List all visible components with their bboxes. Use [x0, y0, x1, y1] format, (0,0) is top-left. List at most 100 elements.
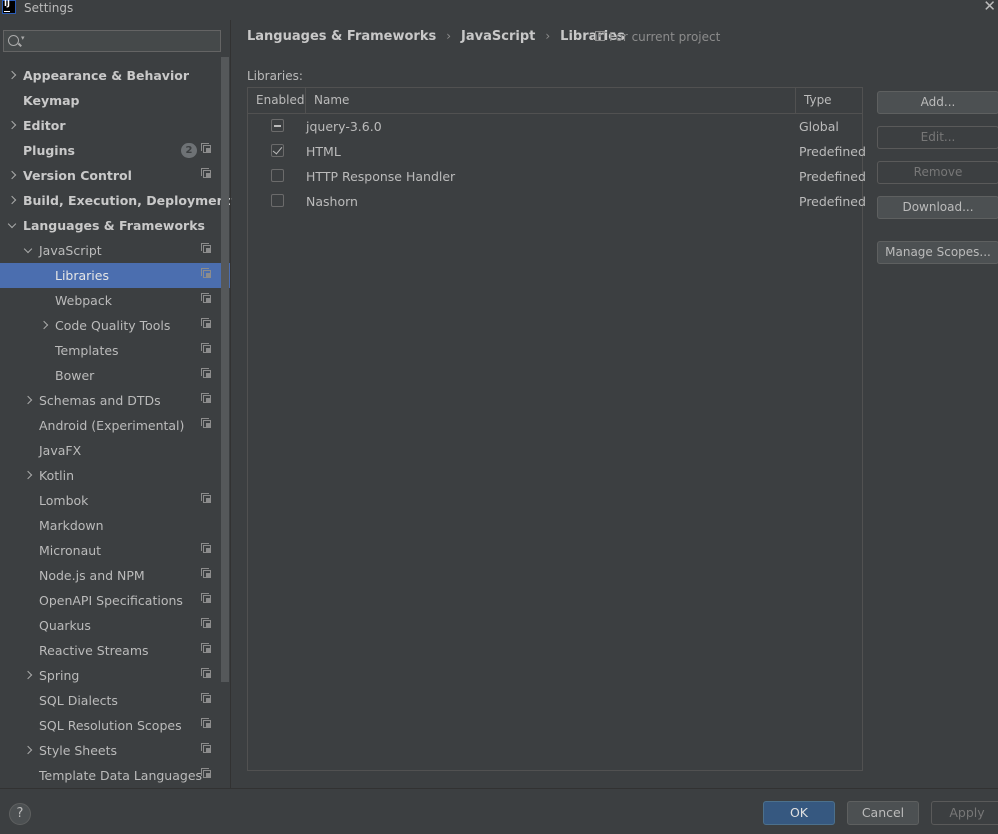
cancel-button[interactable]: Cancel	[847, 801, 919, 825]
column-header-enabled[interactable]: Enabled	[256, 88, 305, 113]
title-bar: Settings ✕	[0, 0, 998, 17]
apply-button[interactable]: Apply	[931, 801, 998, 825]
library-enabled-checkbox[interactable]	[271, 119, 284, 132]
chevron-down-icon[interactable]	[8, 213, 18, 238]
settings-search[interactable]: ▾	[3, 30, 221, 52]
table-row[interactable]: HTML Predefined	[248, 139, 866, 164]
ok-button[interactable]: OK	[763, 801, 835, 825]
sidebar-item-reactive-streams[interactable]: Reactive Streams	[0, 638, 222, 663]
sidebar-item-label: JavaFX	[39, 443, 82, 458]
project-scope-icon	[201, 643, 211, 653]
sidebar-item-kotlin[interactable]: Kotlin	[0, 463, 222, 488]
column-header-name[interactable]: Name	[314, 88, 349, 113]
chevron-right-icon[interactable]	[8, 113, 18, 138]
project-scope-icon	[201, 618, 211, 628]
settings-sidebar: ▾ Appearance & Behavior Keymap Editor Pl…	[0, 20, 231, 788]
project-scope-icon	[201, 418, 211, 428]
library-type: Predefined	[799, 144, 866, 159]
sidebar-item-code-quality-tools[interactable]: Code Quality Tools	[0, 313, 222, 338]
project-scope-icon	[201, 318, 211, 328]
sidebar-item-keymap[interactable]: Keymap	[0, 88, 222, 113]
sidebar-item-android[interactable]: Android (Experimental)	[0, 413, 222, 438]
chevron-down-icon[interactable]	[24, 238, 34, 263]
library-enabled-checkbox[interactable]	[271, 144, 284, 157]
project-scope-icon	[201, 718, 211, 728]
sidebar-item-style-sheets[interactable]: Style Sheets	[0, 738, 222, 763]
edit-button[interactable]: Edit...	[877, 126, 998, 149]
sidebar-item-plugins[interactable]: Plugins 2	[0, 138, 222, 163]
scope-note-text: For current project	[609, 30, 721, 44]
sidebar-item-bower[interactable]: Bower	[0, 363, 222, 388]
close-icon[interactable]: ✕	[983, 0, 996, 14]
project-scope-icon	[201, 243, 211, 253]
sidebar-item-javascript[interactable]: JavaScript	[0, 238, 222, 263]
sidebar-item-label: Bower	[55, 368, 95, 383]
library-enabled-checkbox[interactable]	[271, 194, 284, 207]
sidebar-item-nodejs-npm[interactable]: Node.js and NPM	[0, 563, 222, 588]
column-divider[interactable]	[795, 88, 796, 113]
project-scope-icon	[201, 743, 211, 753]
sidebar-item-label: JavaScript	[39, 243, 102, 258]
sidebar-item-libraries[interactable]: Libraries	[0, 263, 230, 288]
column-header-type[interactable]: Type	[804, 88, 832, 113]
chevron-right-icon[interactable]	[8, 163, 18, 188]
chevron-right-icon[interactable]	[24, 388, 34, 413]
sidebar-item-openapi[interactable]: OpenAPI Specifications	[0, 588, 222, 613]
sidebar-item-version-control[interactable]: Version Control	[0, 163, 222, 188]
project-scope-icon	[201, 593, 211, 603]
sidebar-scrollbar[interactable]	[221, 57, 229, 682]
remove-button[interactable]: Remove	[877, 161, 998, 184]
plugins-update-badge: 2	[181, 143, 197, 158]
chevron-right-icon: ›	[446, 29, 452, 43]
sidebar-item-languages[interactable]: Languages & Frameworks	[0, 213, 222, 238]
sidebar-item-templates[interactable]: Templates	[0, 338, 222, 363]
chevron-right-icon[interactable]	[8, 188, 18, 213]
table-row[interactable]: jquery-3.6.0 Global	[248, 114, 862, 139]
add-button[interactable]: Add...	[877, 91, 998, 114]
table-row[interactable]: HTTP Response Handler Predefined	[248, 164, 866, 189]
sidebar-item-label: Quarkus	[39, 618, 91, 633]
library-name: Nashorn	[306, 194, 358, 209]
sidebar-item-schemas-dtds[interactable]: Schemas and DTDs	[0, 388, 222, 413]
sidebar-item-label: Keymap	[23, 93, 80, 108]
chevron-right-icon[interactable]	[40, 313, 50, 338]
sidebar-item-markdown[interactable]: Markdown	[0, 513, 222, 538]
sidebar-item-sql-resolution-scopes[interactable]: SQL Resolution Scopes	[0, 713, 222, 738]
breadcrumb-item: Languages & Frameworks	[247, 29, 437, 44]
sidebar-item-editor[interactable]: Editor	[0, 113, 222, 138]
sidebar-item-spring[interactable]: Spring	[0, 663, 222, 688]
sidebar-item-appearance[interactable]: Appearance & Behavior	[0, 63, 222, 88]
sidebar-item-label: Version Control	[23, 168, 132, 183]
sidebar-item-label: Editor	[23, 118, 66, 133]
project-scope-icon	[201, 143, 211, 153]
chevron-right-icon[interactable]	[24, 738, 34, 763]
sidebar-item-label: Plugins	[23, 143, 75, 158]
settings-content: Languages & Frameworks › JavaScript › Librar…	[231, 20, 998, 788]
sidebar-item-label: Schemas and DTDs	[39, 393, 161, 408]
sidebar-item-label: Code Quality Tools	[55, 318, 171, 333]
manage-scopes-button[interactable]: Manage Scopes...	[877, 241, 998, 264]
sidebar-item-quarkus[interactable]: Quarkus	[0, 613, 222, 638]
chevron-right-icon[interactable]	[8, 63, 18, 88]
sidebar-item-micronaut[interactable]: Micronaut	[0, 538, 222, 563]
sidebar-item-label: Webpack	[55, 293, 112, 308]
search-input[interactable]	[30, 32, 215, 50]
chevron-right-icon[interactable]	[24, 663, 34, 688]
sidebar-item-lombok[interactable]: Lombok	[0, 488, 222, 513]
sidebar-item-javafx[interactable]: JavaFX	[0, 438, 222, 463]
help-button[interactable]: ?	[9, 803, 31, 825]
download-button[interactable]: Download...	[877, 196, 998, 219]
sidebar-item-template-data-languages[interactable]: Template Data Languages	[0, 763, 222, 788]
sidebar-item-build[interactable]: Build, Execution, Deployment	[0, 188, 231, 213]
chevron-right-icon[interactable]	[24, 463, 34, 488]
column-divider[interactable]	[305, 88, 306, 113]
sidebar-item-webpack[interactable]: Webpack	[0, 288, 222, 313]
library-enabled-checkbox[interactable]	[271, 169, 284, 182]
search-history-chevron-icon[interactable]: ▾	[21, 34, 25, 42]
table-row[interactable]: Nashorn Predefined	[248, 189, 866, 214]
window-title: Settings	[24, 1, 74, 15]
sidebar-item-label: Appearance & Behavior	[23, 68, 189, 83]
libraries-table: Enabled Name Type jquery-3.6.0 Global HT…	[247, 87, 866, 771]
sidebar-item-sql-dialects[interactable]: SQL Dialects	[0, 688, 222, 713]
project-scope-icon	[201, 493, 211, 503]
